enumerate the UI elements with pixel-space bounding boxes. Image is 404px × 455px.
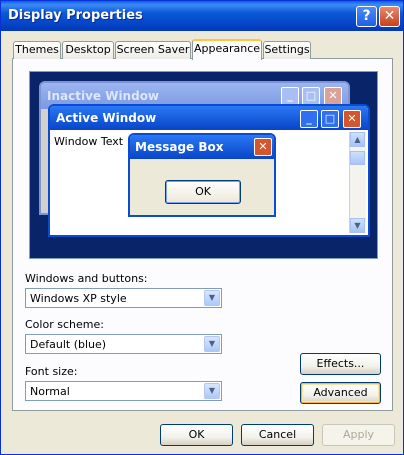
maximize-icon: □	[302, 87, 320, 105]
color-scheme-dropdown[interactable]: Default (blue) ▼	[25, 334, 222, 354]
scroll-up-icon: ▲	[350, 132, 365, 147]
minimize-icon: _	[300, 110, 318, 128]
inactive-window-title: Inactive Window	[47, 89, 160, 103]
active-window-title: Active Window	[56, 111, 157, 125]
scroll-thumb	[350, 151, 365, 165]
tab-desktop[interactable]: Desktop	[62, 41, 114, 59]
tab-appearance[interactable]: Appearance	[192, 39, 262, 60]
display-properties-dialog: Display Properties ? ✕ Themes Desktop Sc…	[0, 0, 404, 455]
title-bar[interactable]: Display Properties ? ✕	[1, 1, 403, 31]
ok-button[interactable]: OK	[160, 424, 233, 446]
tab-themes[interactable]: Themes	[13, 41, 61, 59]
color-scheme-value: Default (blue)	[30, 338, 107, 351]
close-icon: ✕	[324, 87, 342, 105]
close-button[interactable]: ✕	[379, 6, 400, 27]
effects-button[interactable]: Effects...	[300, 353, 381, 375]
window-title: Display Properties	[8, 8, 143, 23]
windows-buttons-label: Windows and buttons:	[25, 272, 148, 285]
font-size-dropdown[interactable]: Normal ▼	[25, 381, 222, 401]
message-box-ok-button: OK	[165, 180, 241, 204]
preview-scrollbar: ▲ ▼	[349, 132, 366, 233]
message-box-title: Message Box	[135, 140, 224, 154]
minimize-icon: _	[281, 87, 299, 105]
maximize-icon: □	[321, 110, 339, 128]
scroll-down-icon: ▼	[350, 218, 365, 233]
chevron-down-icon[interactable]: ▼	[204, 290, 220, 306]
chevron-down-icon[interactable]: ▼	[204, 383, 220, 399]
font-size-label: Font size:	[25, 365, 78, 378]
help-button[interactable]: ?	[356, 6, 377, 27]
cancel-button[interactable]: Cancel	[241, 424, 314, 446]
message-box-title-bar: Message Box ✕	[130, 135, 274, 159]
close-icon: ✕	[343, 110, 361, 128]
close-icon: ✕	[254, 138, 272, 156]
windows-buttons-dropdown[interactable]: Windows XP style ▼	[25, 288, 222, 308]
font-size-value: Normal	[30, 385, 70, 398]
apply-button: Apply	[322, 424, 395, 446]
active-title-bar: Active Window _ □ ✕	[50, 106, 368, 130]
chevron-down-icon[interactable]: ▼	[204, 336, 220, 352]
window-text-sample: Window Text	[54, 135, 124, 148]
tab-settings[interactable]: Settings	[263, 41, 311, 59]
preview-message-box: Message Box ✕ OK	[128, 133, 276, 217]
tab-screen-saver[interactable]: Screen Saver	[115, 41, 191, 59]
advanced-button[interactable]: Advanced	[300, 382, 381, 404]
windows-buttons-value: Windows XP style	[30, 292, 127, 305]
color-scheme-label: Color scheme:	[25, 318, 104, 331]
